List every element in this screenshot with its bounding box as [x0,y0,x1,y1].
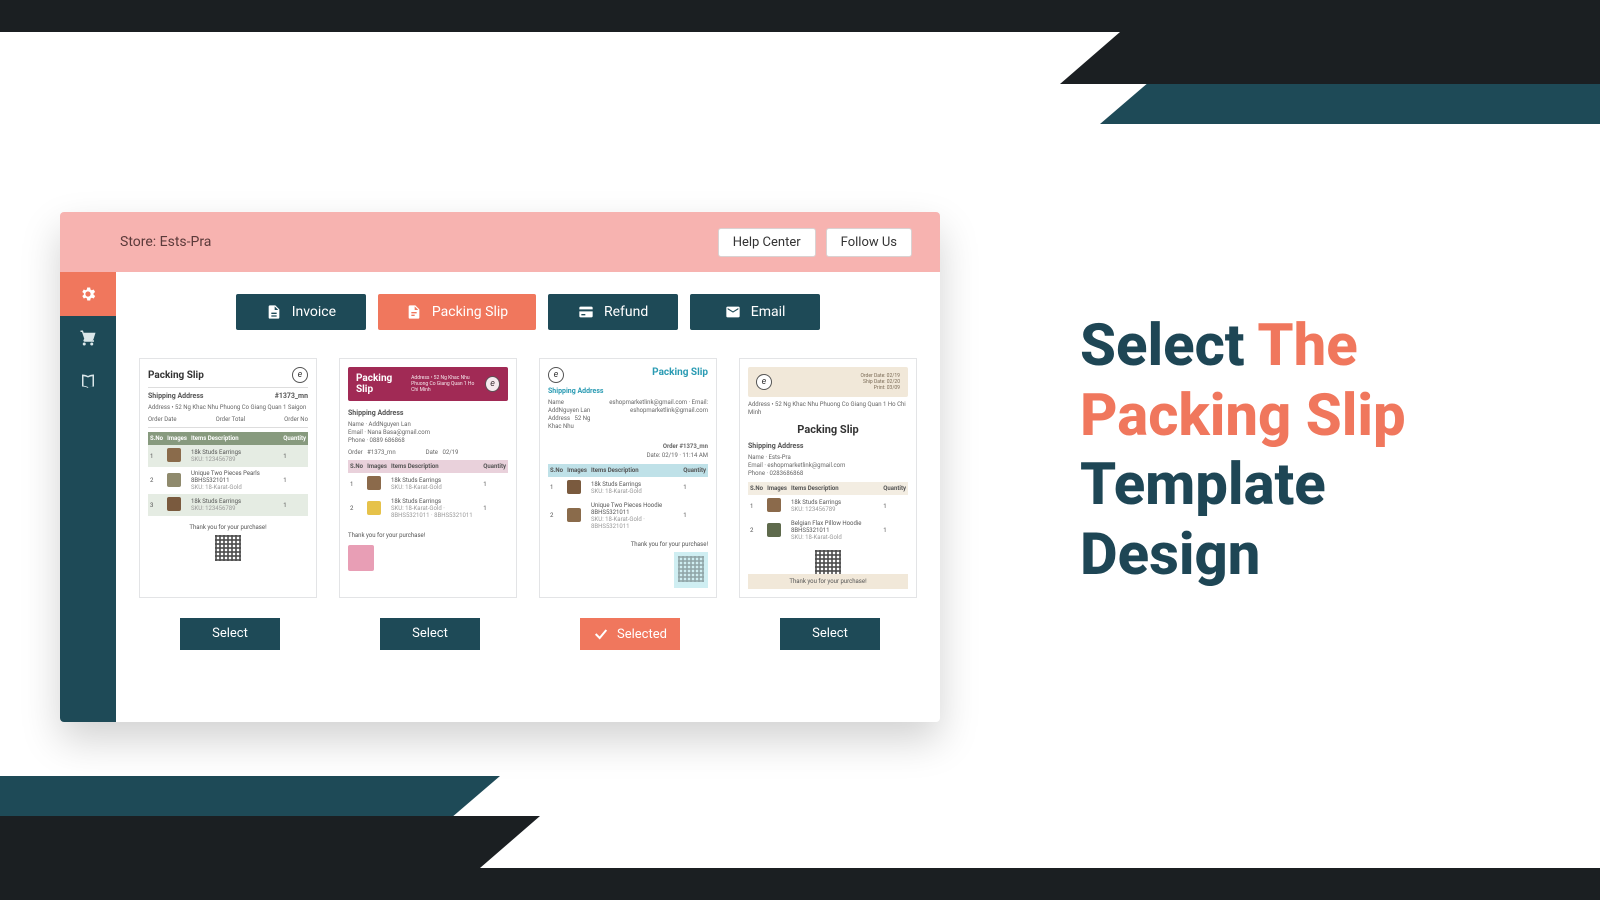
tpl-footer: Thank you for your purchase! [748,574,908,589]
tpl-footer: Thank you for your purchase! [148,524,308,531]
tpl-title: Packing Slip [748,423,908,436]
template-card-2[interactable]: Packing Slip Address • 52 Ng Khac Nhu Ph… [339,358,517,598]
card-icon [578,304,594,320]
tpl-address: Address • 52 Ng Khac Nhu Phuong Co Giang… [148,404,308,412]
tab-invoice[interactable]: Invoice [236,294,366,330]
frame-bar-top [0,0,1600,32]
sidebar [60,272,116,722]
tpl-items-table: S.NoImagesItems DescriptionQuantity 118k… [748,482,908,544]
tab-label: Packing Slip [432,304,508,320]
tab-label: Invoice [292,304,336,320]
main-area: Invoice Packing Slip Refund Email [116,272,940,722]
tpl-title: Packing Slip [356,373,411,395]
frame-bar-bottom [0,868,1600,900]
tab-label: Refund [604,304,648,320]
tpl-sublabel: eshopmarketlink@gmail.com · Email: eshop… [593,399,708,439]
document-lines-icon [406,304,422,320]
tpl-items-table: S.NoImagesItems DescriptionQuantity 118k… [348,460,508,522]
order-ref: #1373_mn [275,392,308,400]
selected-label: Selected [617,627,667,642]
tabs: Invoice Packing Slip Refund Email [136,294,920,330]
logo-icon: e [485,376,500,392]
template-card-4[interactable]: e Order Date: 02/19Ship Date: 02/20Print… [739,358,917,598]
sidebar-item-cart[interactable] [60,316,116,360]
store-label: Store: Ests-Pra [120,234,211,250]
select-button-2[interactable]: Select [380,618,480,650]
app-body: Invoice Packing Slip Refund Email [60,272,940,722]
tpl-address: Address • 52 Ng Khac Nhu Phuong Co Giang… [411,375,481,393]
tab-packing-slip[interactable]: Packing Slip [378,294,536,330]
template-card-1[interactable]: Packing Slip e Shipping Address #1373_mn… [139,358,317,598]
slide-canvas: Select The Packing Slip Template Design … [0,32,1600,868]
tpl-footer: Thank you for your purchase! [548,541,708,548]
mail-icon [725,304,741,320]
template-card-3[interactable]: e Packing Slip Shipping Address Name Add… [539,358,717,598]
help-center-button[interactable]: Help Center [718,228,816,257]
caption-pre: Select [1080,312,1257,380]
accent-bottom-left-dark [0,816,540,868]
select-button-1[interactable]: Select [180,618,280,650]
tpl-items-table: S.NoImagesItems DescriptionQuantity 118k… [148,432,308,516]
select-button-row: Select Select Selected Select [136,618,920,650]
tab-label: Email [751,304,786,320]
sidebar-item-settings[interactable] [60,272,116,316]
tpl-title: Packing Slip [652,367,708,378]
gear-icon [79,285,97,303]
tpl-footer: Thank you for your purchase! [348,532,508,539]
qr-icon [215,535,241,561]
book-icon [79,373,97,391]
tab-refund[interactable]: Refund [548,294,678,330]
tpl-title: Packing Slip [148,370,204,381]
follow-us-button[interactable]: Follow Us [826,228,912,257]
tpl-address: Address • 52 Ng Khac Nhu Phuong Co Giang… [748,401,908,417]
caption-post: Template Design [1080,451,1326,589]
logo-icon: e [292,367,308,383]
cart-icon [79,329,97,347]
shipping-heading: Shipping Address [748,442,804,450]
sidebar-item-docs[interactable] [60,360,116,404]
tpl-items-table: S.NoImagesItems DescriptionQuantity 118k… [548,464,708,533]
app-header: Store: Ests-Pra Help Center Follow Us [60,212,940,272]
select-button-4[interactable]: Select [780,618,880,650]
logo-icon: e [548,367,564,383]
slide-caption: Select The Packing Slip Template Design [1080,312,1460,590]
document-icon [266,304,282,320]
header-buttons: Help Center Follow Us [718,228,912,257]
shipping-heading: Shipping Address [548,387,604,395]
shipping-heading: Shipping Address [148,392,204,400]
check-icon [593,626,609,642]
accent-top-right-dark [1060,32,1600,84]
qr-icon [674,552,708,588]
template-row: Packing Slip e Shipping Address #1373_mn… [136,358,920,598]
logo-icon: e [756,374,772,390]
shipping-heading: Shipping Address [348,409,404,417]
stamp-icon [348,545,374,571]
qr-icon [815,550,841,576]
app-window: Store: Ests-Pra Help Center Follow Us [60,212,940,722]
tab-email[interactable]: Email [690,294,820,330]
selected-button-3[interactable]: Selected [580,618,680,650]
